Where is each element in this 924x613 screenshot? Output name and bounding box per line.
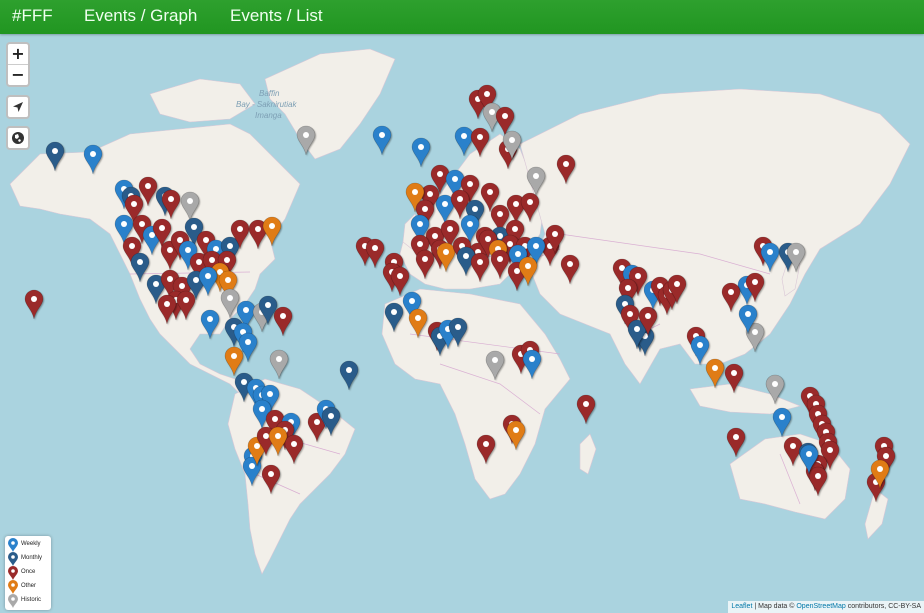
world-map[interactable]: Baffin Bay - Saknirutiak Imanga + − Week… [0, 34, 924, 613]
attribution-license: contributors, CC-BY-SA [845, 603, 921, 610]
navbar: #FFF Events / Graph Events / List [0, 0, 924, 34]
layers-control [6, 126, 30, 150]
zoom-out-button[interactable]: − [8, 64, 28, 85]
legend-label: Monthly [21, 555, 43, 561]
layers-button[interactable] [8, 128, 28, 148]
legend-label: Weekly [21, 541, 41, 547]
nav-link-events-graph[interactable]: Events / Graph [84, 0, 197, 34]
legend-label: Once [21, 569, 36, 575]
leaflet-link[interactable]: Leaflet [731, 603, 752, 610]
attribution-text: | Map data © [752, 603, 797, 610]
locate-control [6, 95, 30, 119]
map-legend: Weekly Monthly Once Other Historic [5, 536, 51, 610]
map-marker-icon [8, 552, 18, 566]
zoom-control: + − [6, 42, 30, 87]
map-marker-icon [8, 538, 18, 552]
brand-link[interactable]: #FFF [12, 0, 53, 34]
map-marker-icon [8, 580, 18, 594]
map-label: Bay - Saknirutiak [236, 100, 297, 109]
location-arrow-icon [13, 102, 23, 112]
openstreetmap-link[interactable]: OpenStreetMap [796, 603, 845, 610]
nav-link-events-list[interactable]: Events / List [230, 0, 323, 34]
globe-icon [12, 132, 24, 144]
legend-label: Historic [21, 597, 42, 603]
map-marker-icon [8, 566, 18, 580]
legend-label: Other [21, 583, 37, 589]
zoom-in-button[interactable]: + [8, 44, 28, 64]
map-tiles: Baffin Bay - Saknirutiak Imanga [0, 34, 924, 613]
locate-button[interactable] [8, 97, 28, 117]
map-label: Imanga [255, 111, 282, 120]
map-attribution: Leaflet | Map data © OpenStreetMap contr… [728, 601, 924, 613]
map-label: Baffin [259, 89, 280, 98]
map-marker-icon [8, 594, 18, 608]
